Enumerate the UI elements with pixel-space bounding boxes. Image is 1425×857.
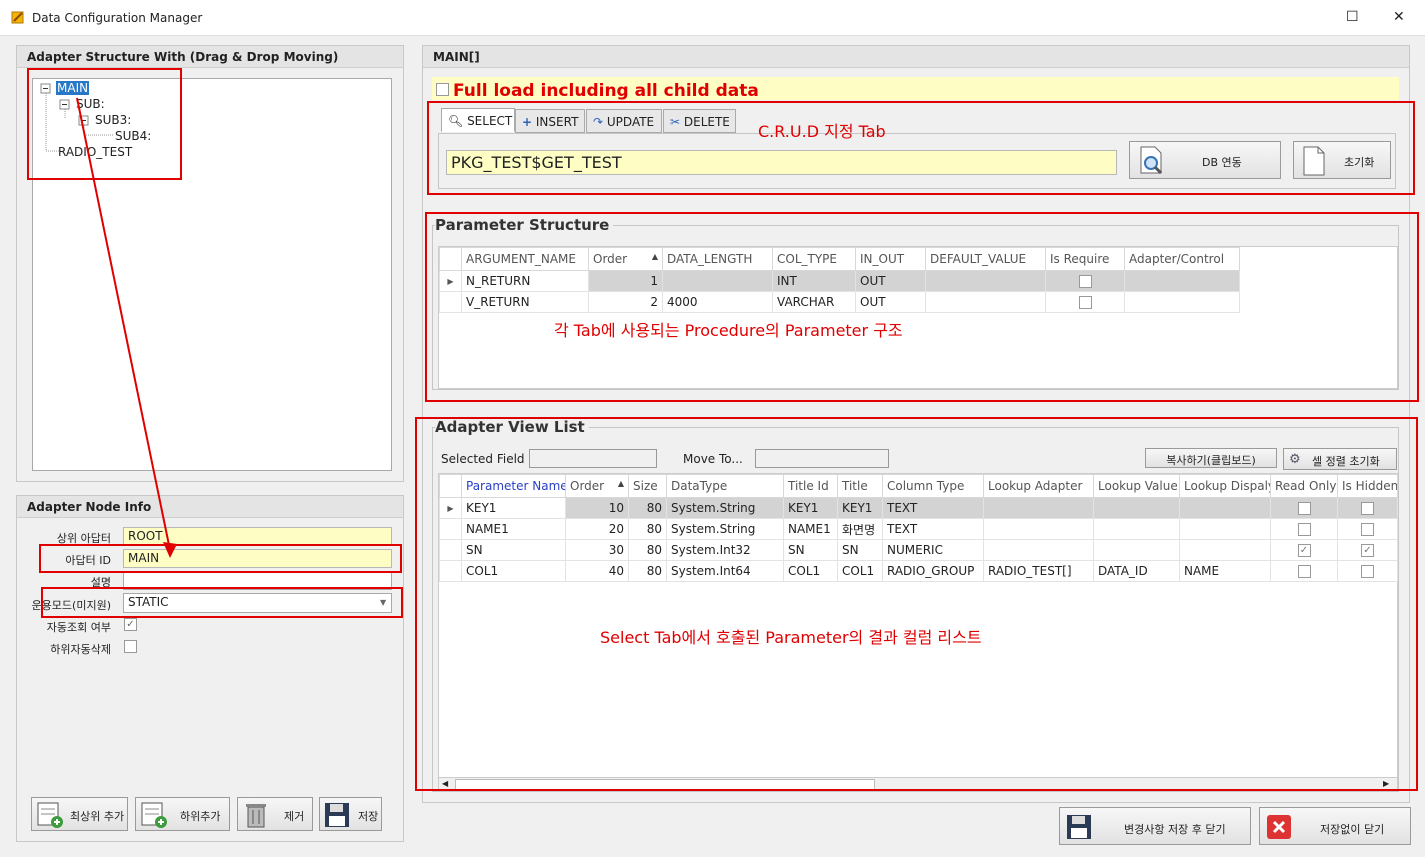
annotation-crud-text: C.R.U.D 지정 Tab <box>758 122 886 141</box>
child-delete-checkbox[interactable] <box>124 640 137 653</box>
auto-query-label: 자동조회 여부 <box>46 621 111 634</box>
floppy-icon <box>1067 815 1091 839</box>
tree-panel-title: Adapter Structure With (Drag & Drop Movi… <box>17 46 403 68</box>
add-child-label: 하위추가 <box>180 810 221 823</box>
add-child-icon <box>141 802 167 828</box>
window-title: Data Configuration Manager <box>32 11 203 25</box>
app-icon <box>10 9 26 25</box>
remove-button[interactable]: 제거 <box>237 797 313 831</box>
annotation-box-crud <box>427 101 1415 195</box>
annotation-box-adapter-id <box>39 544 402 573</box>
save-and-close-button[interactable]: 변경사항 저장 후 닫기 <box>1059 807 1251 845</box>
full-load-label[interactable]: Full load including all child data <box>453 81 759 101</box>
auto-query-checkbox[interactable]: ✓ <box>124 618 137 631</box>
annotation-box-param <box>425 212 1419 402</box>
add-child-button[interactable]: 하위추가 <box>135 797 230 831</box>
node-info-title: Adapter Node Info <box>17 496 403 518</box>
save-and-close-label: 변경사항 저장 후 닫기 <box>1124 823 1226 836</box>
floppy-icon <box>325 803 349 827</box>
cancel-icon <box>1267 815 1291 839</box>
child-delete-label: 하위자동삭제 <box>50 643 111 656</box>
trash-icon <box>246 804 266 828</box>
annotation-box-view <box>415 417 1418 791</box>
annotation-result-text: Select Tab에서 호출된 Parameter의 결과 컬럼 리스트 <box>600 628 982 647</box>
maximize-icon[interactable]: ☐ <box>1346 9 1359 25</box>
annotation-param-text: 각 Tab에 사용되는 Procedure의 Parameter 구조 <box>554 321 903 340</box>
add-top-label: 최상위 추가 <box>70 810 125 823</box>
save-label: 저장 <box>358 810 379 823</box>
close-icon[interactable]: ✕ <box>1393 9 1405 25</box>
add-row-icon <box>37 802 63 828</box>
remove-label: 제거 <box>284 810 305 823</box>
save-button[interactable]: 저장 <box>319 797 382 831</box>
add-top-button[interactable]: 최상위 추가 <box>31 797 128 831</box>
annotation-box-tree <box>27 68 182 180</box>
main-panel-title: MAIN[] <box>423 46 1409 68</box>
close-without-save-label: 저장없이 닫기 <box>1320 823 1385 836</box>
annotation-box-mode <box>41 587 403 618</box>
title-bar: Data Configuration Manager ☐ ✕ <box>0 0 1425 36</box>
close-without-save-button[interactable]: 저장없이 닫기 <box>1259 807 1411 845</box>
full-load-checkbox[interactable] <box>436 83 449 96</box>
